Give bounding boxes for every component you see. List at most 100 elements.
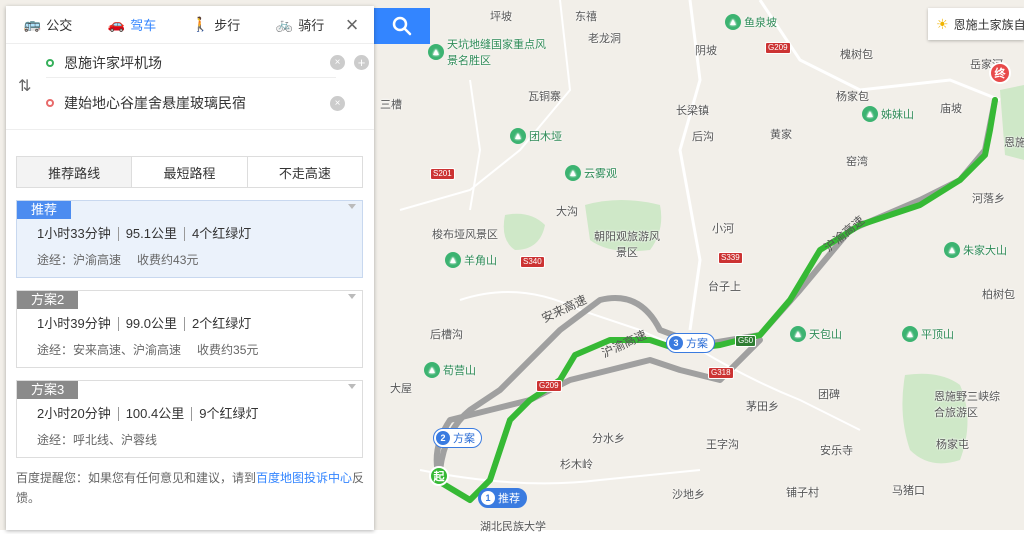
tab-bike[interactable]: 🚲 骑行 [258, 6, 342, 43]
weather-widget[interactable]: ☀ 恩施土家族自 [928, 8, 1024, 40]
place-label: 分水乡 [592, 433, 625, 445]
road-badge: G209 [765, 42, 791, 54]
poi-tuanmuya[interactable]: ▲ 团木垭 [510, 128, 562, 144]
place-label: 马猪口 [892, 485, 925, 497]
plan-badge: 方案2 [17, 291, 79, 309]
plan-via: 途经：安来高速、沪渝高速 收费约35元 [37, 343, 259, 357]
route-preference-tabs: 推荐路线 最短路程 不走高速 [16, 156, 363, 188]
plan-duration: 2小时20分钟 [37, 406, 111, 421]
route-tag-recommended[interactable]: 1 推荐 [478, 488, 527, 508]
road-badge: G50 [735, 335, 757, 347]
search-button[interactable] [374, 8, 430, 44]
road-badge: S201 [430, 168, 455, 180]
bike-icon: 🚲 [275, 16, 294, 32]
complaint-center-link[interactable]: 百度地图投诉中心 [256, 471, 352, 485]
transport-mode-tabs: 🚌 公交 🚗 驾车 🚶 步行 🚲 骑行 [6, 6, 374, 44]
clear-origin-icon[interactable]: × [330, 55, 345, 70]
mountain-icon: ▲ [862, 106, 878, 122]
poi-xunyingshan[interactable]: ▲ 荀营山 [424, 362, 476, 378]
start-marker[interactable]: 起 [429, 466, 449, 486]
poi-pingdingshan[interactable]: ▲ 平顶山 [902, 326, 954, 342]
plan-traffic-lights: 2个红绿灯 [184, 317, 258, 331]
poi-yangjiaoshan[interactable]: ▲ 羊角山 [445, 252, 497, 268]
route-panel: 🚌 公交 🚗 驾车 🚶 步行 🚲 骑行 × ⇅ 恩施许家坪机场 × + 建始地心谷崖舍悬… [6, 6, 374, 530]
place-label: 恩施野三峡综合旅游区 [934, 391, 1000, 419]
place-label: 恩施 [1004, 137, 1024, 149]
walk-icon: 🚶 [191, 16, 210, 32]
route-plan-3[interactable] [433, 337, 763, 483]
road-badge: G209 [536, 380, 562, 392]
tab-bus[interactable]: 🚌 公交 [6, 6, 90, 43]
poi-yuquanpo[interactable]: ▲ 鱼泉坡 [725, 14, 777, 30]
place-label: 茅田乡 [746, 401, 779, 413]
origin-field[interactable]: 恩施许家坪机场 × + [46, 48, 369, 78]
plan-stats: 2小时20分钟 100.4公里 9个红绿灯 [37, 407, 265, 421]
place-label: 杨家屯 [936, 439, 969, 451]
tab-walk[interactable]: 🚶 步行 [174, 6, 258, 43]
road-badge: S340 [520, 256, 545, 268]
place-label: 阴坡 [695, 45, 717, 57]
origin-text: 恩施许家坪机场 [64, 54, 162, 71]
close-icon[interactable]: × [340, 14, 364, 38]
plan-toll: 收费约43元 [137, 253, 199, 267]
sun-icon: ☀ [936, 15, 949, 32]
expand-icon[interactable] [348, 204, 356, 209]
expand-icon[interactable] [348, 294, 356, 299]
scenic-area-suobuya [503, 213, 545, 250]
place-label: 沙地乡 [672, 489, 705, 501]
route-tag-plan-2[interactable]: 2 方案 [433, 428, 482, 448]
poi-zhujiadashan[interactable]: ▲ 朱家大山 [944, 242, 1007, 258]
tab-shortest-route[interactable]: 最短路程 [132, 157, 248, 187]
place-label: 湖北民族大学 [480, 521, 546, 533]
mountain-icon: ▲ [790, 326, 806, 342]
destination-text: 建始地心谷崖舍悬崖玻璃民宿 [64, 95, 246, 111]
route-plan-card[interactable]: 推荐 1小时33分钟 95.1公里 4个红绿灯 途经：沪渝高速 收费约43元 [16, 200, 363, 278]
clear-destination-icon[interactable]: × [330, 95, 345, 111]
place-label: 朝阳观旅游风景区 [594, 231, 660, 259]
place-label: 王字沟 [706, 439, 739, 451]
route-plan-card[interactable]: 方案2 1小时39分钟 99.0公里 2个红绿灯 途经：安来高速、沪渝高速 收费约… [16, 290, 363, 368]
car-icon: 🚗 [107, 16, 126, 32]
expand-icon[interactable] [348, 384, 356, 389]
destination-field[interactable]: 建始地心谷崖舍悬崖玻璃民宿 × [46, 88, 345, 118]
road-badge: G318 [708, 367, 734, 379]
search-icon [392, 16, 412, 36]
place-label: 梭布垭风景区 [432, 229, 498, 241]
mountain-icon: ▲ [902, 326, 918, 342]
place-label: 庙坡 [940, 103, 962, 115]
poi-zimeishan[interactable]: ▲ 姊妹山 [862, 106, 914, 122]
place-label: 杉木岭 [560, 459, 593, 471]
plan-badge: 推荐 [17, 201, 72, 219]
add-waypoint-icon[interactable]: + [354, 55, 369, 70]
route-tag-plan-3[interactable]: 3 方案 [666, 333, 715, 353]
poi-yunwuguan[interactable]: ▲ 云雾观 [565, 165, 617, 181]
swap-icon[interactable]: ⇅ [18, 76, 31, 96]
mountain-icon: ▲ [565, 165, 581, 181]
place-label: 后槽沟 [430, 329, 463, 341]
tab-drive[interactable]: 🚗 驾车 [90, 6, 174, 43]
mountain-icon: ▲ [424, 362, 440, 378]
place-label: 瓦铜寨 [528, 91, 561, 103]
mountain-icon: ▲ [510, 128, 526, 144]
route-plan-card[interactable]: 方案3 2小时20分钟 100.4公里 9个红绿灯 途经：呼北线、沪蓉线 [16, 380, 363, 458]
bus-icon: 🚌 [23, 16, 42, 32]
place-label: 窑湾 [846, 156, 868, 168]
end-marker[interactable]: 终 [989, 62, 1011, 84]
place-label: 柏树包 [982, 289, 1015, 301]
weather-city: 恩施土家族自 [953, 17, 1024, 32]
place-label: 大屋 [390, 383, 412, 395]
poi-tianbaoshan[interactable]: ▲ 天包山 [790, 326, 842, 342]
plan-distance: 95.1公里 [117, 227, 184, 241]
tab-recommended-route[interactable]: 推荐路线 [17, 157, 133, 187]
tab-avoid-highway[interactable]: 不走高速 [248, 157, 362, 187]
mountain-icon: ▲ [428, 44, 444, 60]
poi-tiankeng[interactable]: ▲ 天坑地缝国家重点风景名胜区 [428, 36, 547, 68]
plan-duration: 1小时33分钟 [37, 226, 111, 241]
mountain-icon: ▲ [445, 252, 461, 268]
place-label: 长梁镇 [676, 105, 709, 117]
plan-badge: 方案3 [17, 381, 79, 399]
place-label: 河落乡 [972, 193, 1005, 205]
destination-dot-icon [46, 99, 54, 107]
plan-via: 途经：沪渝高速 收费约43元 [37, 253, 199, 267]
plan-duration: 1小时39分钟 [37, 316, 111, 331]
